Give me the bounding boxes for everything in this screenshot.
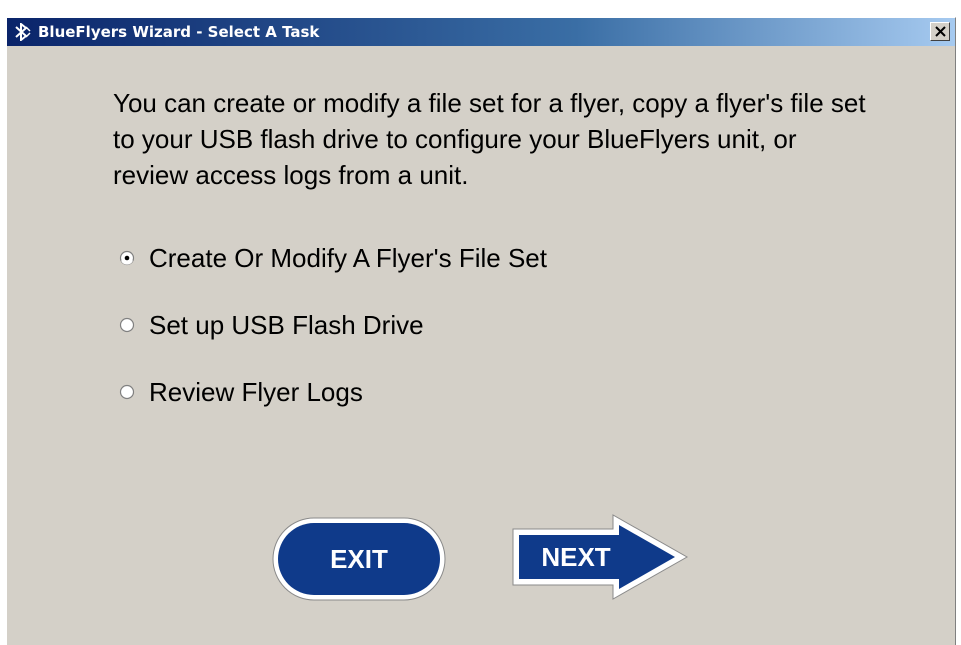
close-button[interactable] <box>930 22 950 41</box>
option-label: Review Flyer Logs <box>149 377 363 407</box>
exit-button-label: EXIT <box>330 544 388 574</box>
wizard-window: BlueFlyers Wizard - Select A Task You ca… <box>6 17 956 645</box>
option-label: Set up USB Flash Drive <box>149 310 424 340</box>
radio-usb-flash-drive[interactable] <box>119 317 135 333</box>
radio-review-logs[interactable] <box>119 384 135 400</box>
close-icon <box>935 26 946 37</box>
radio-create-modify[interactable] <box>119 250 135 266</box>
title-bar[interactable]: BlueFlyers Wizard - Select A Task <box>7 18 955 46</box>
task-description: You can create or modify a file set for … <box>113 88 866 190</box>
exit-button[interactable]: EXIT <box>271 516 447 602</box>
next-button-label: NEXT <box>541 542 611 572</box>
option-label: Create Or Modify A Flyer's File Set <box>149 243 547 273</box>
next-button[interactable]: NEXT <box>511 513 691 601</box>
window-title: BlueFlyers Wizard - Select A Task <box>38 23 320 41</box>
bluetooth-icon <box>12 21 32 43</box>
